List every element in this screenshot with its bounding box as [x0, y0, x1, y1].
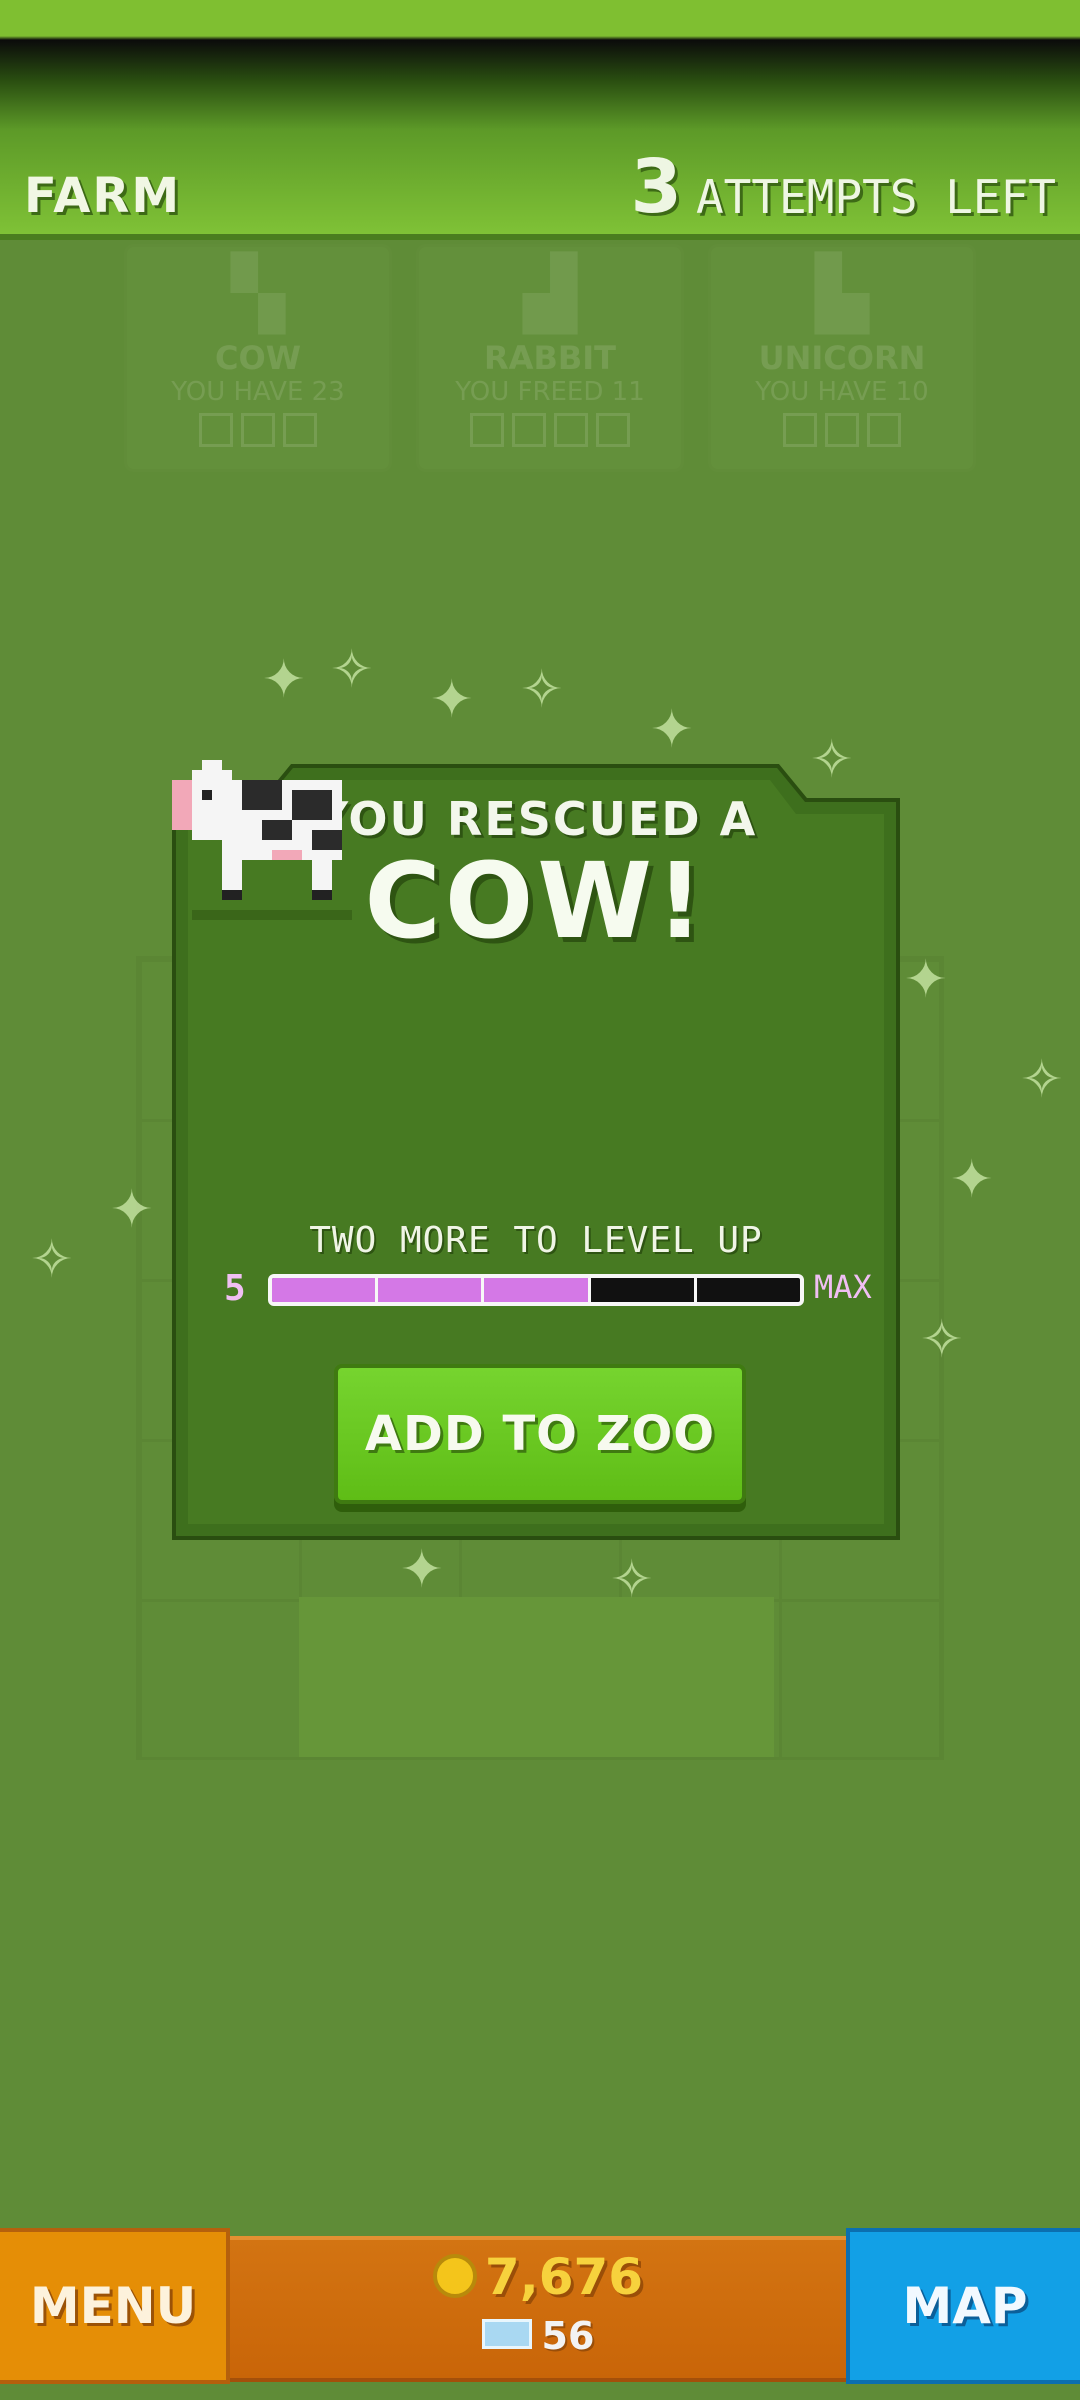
sparkle-icon: ✦	[650, 700, 694, 760]
menu-button[interactable]: MENU	[0, 2228, 230, 2384]
progress-segment	[697, 1278, 800, 1302]
coin-count: 7,676	[484, 2248, 644, 2306]
sparkle-icon: ✧	[30, 1230, 74, 1290]
sparkle-icon: ✦	[400, 1540, 444, 1600]
progress-segment	[378, 1278, 485, 1302]
sparkle-icon: ✧	[1020, 1050, 1064, 1110]
map-button[interactable]: MAP	[846, 2228, 1080, 2384]
level-progress-bar	[268, 1274, 804, 1306]
card-name: UNICORN	[758, 339, 926, 377]
card-progress-boxes	[127, 413, 389, 447]
collection-card-unicorn: ▙ UNICORN YOU HAVE 10	[708, 244, 976, 472]
collection-card-rabbit: ▟ RABBIT YOU FREED 11	[416, 244, 684, 472]
card-subtitle: YOU HAVE 10	[755, 377, 929, 407]
currency-panel: 7,676 56	[230, 2236, 846, 2382]
area-title: FARM	[24, 168, 182, 224]
sparkle-icon: ✧	[920, 1310, 964, 1370]
sparkle-icon: ✦	[950, 1150, 994, 1210]
sparkle-icon: ✦	[262, 650, 306, 710]
card-subtitle: YOU FREED 11	[455, 377, 645, 407]
attempts-count: 3	[630, 144, 682, 230]
level-number: 5	[224, 1268, 246, 1309]
card-name: RABBIT	[484, 339, 616, 377]
sparkle-icon: ✦	[110, 1180, 154, 1240]
add-to-zoo-button[interactable]: ADD TO ZOO	[334, 1364, 746, 1504]
attempts-label: ATTEMPTS LEFT	[695, 170, 1056, 225]
gem-balance: 56	[230, 2314, 846, 2358]
progress-segment	[591, 1278, 697, 1302]
sparkle-icon: ✧	[610, 1550, 654, 1610]
card-progress-boxes	[711, 413, 973, 447]
unicorn-icon: ▙	[815, 252, 869, 334]
coin-balance: 7,676	[230, 2248, 846, 2306]
top-bar-edge	[0, 234, 1080, 240]
grid-highlight	[299, 1597, 774, 1757]
level-max-label: MAX	[814, 1268, 872, 1306]
collection-card-cow: ▚ COW YOU HAVE 23	[124, 244, 392, 472]
sparkle-icon: ✧	[330, 640, 374, 700]
collection-cards: ▚ COW YOU HAVE 23 ▟ RABBIT YOU FREED 11 …	[124, 244, 976, 472]
attempts-indicator: 3 ATTEMPTS LEFT	[630, 150, 1056, 224]
sparkle-icon: ✧	[520, 660, 564, 720]
sparkle-icon: ✦	[904, 950, 948, 1010]
progress-segment	[272, 1278, 379, 1302]
sparkle-icon: ✦	[430, 670, 474, 730]
gem-icon	[481, 2319, 532, 2349]
card-progress-boxes	[419, 413, 681, 447]
coin-icon	[432, 2254, 477, 2298]
card-subtitle: YOU HAVE 23	[171, 377, 345, 407]
cow-icon: ▚	[231, 252, 285, 334]
level-up-text: TWO MORE TO LEVEL UP	[309, 1220, 763, 1261]
gem-count: 56	[541, 2314, 595, 2358]
rabbit-icon: ▟	[523, 252, 577, 334]
card-name: COW	[215, 339, 301, 377]
cow-icon	[172, 760, 352, 920]
bottom-bar: MENU 7,676 56 MAP	[0, 2228, 1080, 2388]
progress-segment	[484, 1278, 591, 1302]
rescue-dialog: YOU RESCUED A COW! TWO MORE TO LEVEL UP …	[172, 760, 900, 1540]
